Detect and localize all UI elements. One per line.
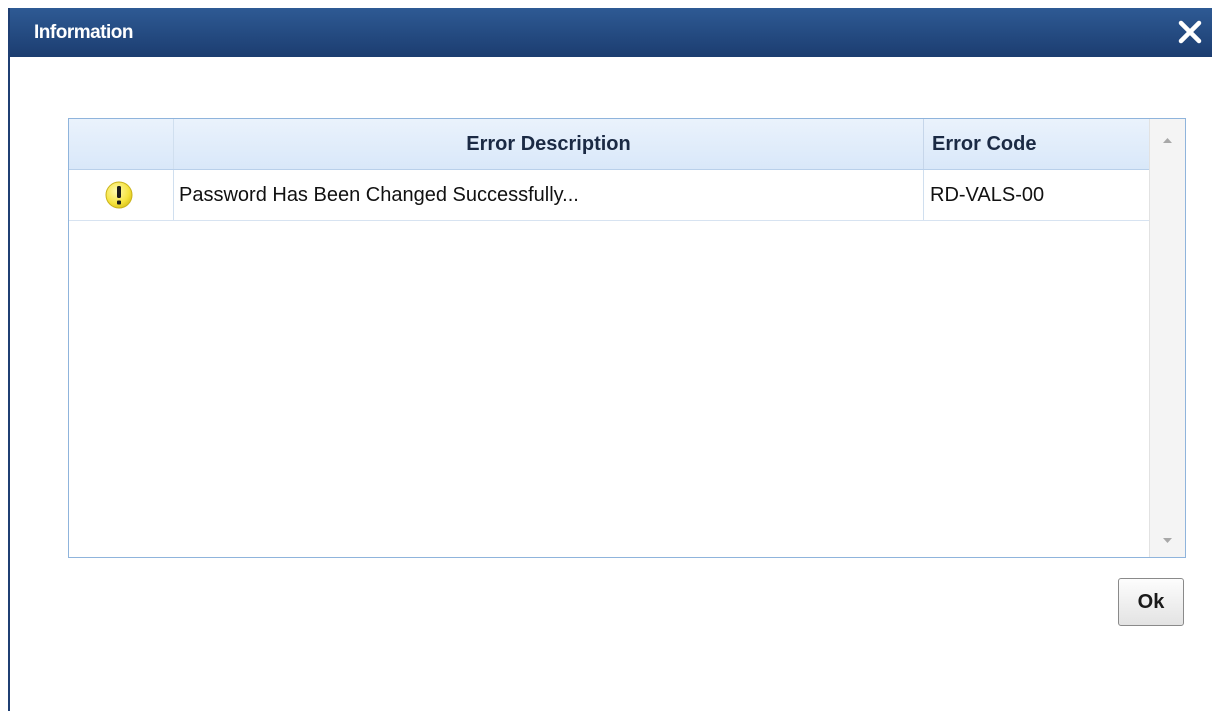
header-error-code[interactable]: Error Code xyxy=(924,119,1151,169)
close-icon xyxy=(1178,20,1202,44)
table-header: Error Description Error Code xyxy=(69,119,1151,170)
row-error-description: Password Has Been Changed Successfully..… xyxy=(174,170,924,220)
table-row[interactable]: Password Has Been Changed Successfully..… xyxy=(69,170,1151,221)
warning-icon xyxy=(105,181,133,209)
scroll-down-button[interactable] xyxy=(1150,525,1185,555)
information-dialog: Information Error Description Error Code xyxy=(8,8,1212,711)
ok-button[interactable]: Ok xyxy=(1118,578,1184,626)
scroll-up-button[interactable] xyxy=(1150,127,1185,157)
row-error-code: RD-VALS-00 xyxy=(924,170,1151,220)
header-icon-column xyxy=(69,119,174,169)
dialog-title: Information xyxy=(34,22,134,43)
error-table: Error Description Error Code Password Ha… xyxy=(68,118,1186,558)
close-button[interactable] xyxy=(1176,16,1204,46)
row-icon-cell xyxy=(69,170,174,220)
header-error-description[interactable]: Error Description xyxy=(174,119,924,169)
scroll-up-icon xyxy=(1163,138,1172,143)
dialog-titlebar[interactable]: Information xyxy=(10,8,1212,57)
scroll-down-icon xyxy=(1163,538,1172,543)
vertical-scrollbar[interactable] xyxy=(1149,119,1185,557)
